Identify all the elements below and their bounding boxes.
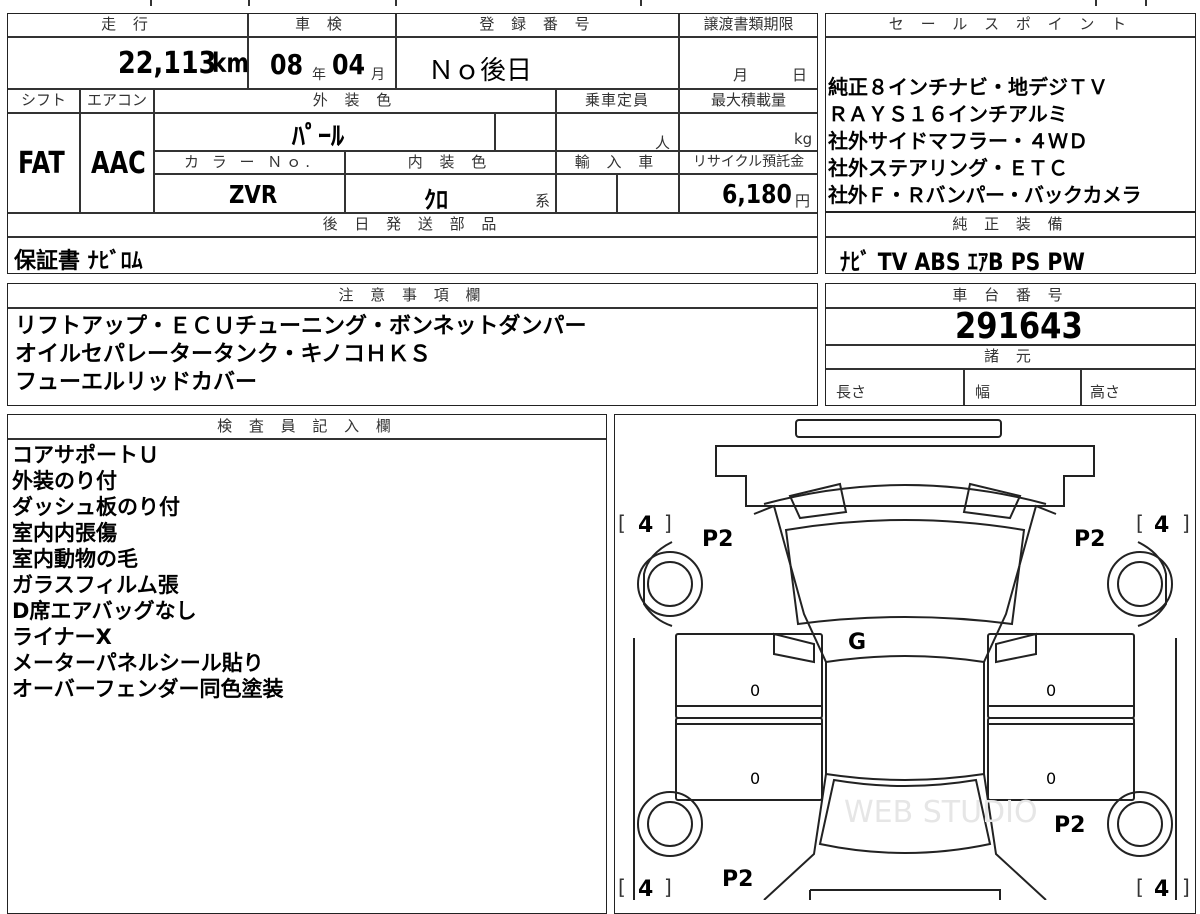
import-label: 輸 入 車 xyxy=(557,152,677,172)
inspector-label: 検 査 員 記 入 欄 xyxy=(8,416,606,436)
inspector-line: D席エアバッグなし xyxy=(12,599,197,623)
interior-color-value: ｸﾛ xyxy=(424,186,448,214)
color-no-label: カ ラ ー Ｎｏ. xyxy=(155,152,343,172)
sales-points-label: セ ー ル ス ポ イ ン ト xyxy=(826,14,1195,34)
transfer-day-unit: 日 xyxy=(792,66,808,84)
inspector-line: ライナーX xyxy=(12,625,112,649)
inspection-month: 04 xyxy=(332,48,366,81)
svg-text:]: ] xyxy=(664,511,672,535)
mileage-value: 22,113 xyxy=(118,46,217,81)
diagram-watermark: WEB STUDIO xyxy=(844,795,1038,830)
interior-suffix: 系 xyxy=(535,192,551,210)
inspector-list: コアサポートＵ 外装のり付 ダッシュ板のり付 室内内張傷 室内動物の毛 ガラスフ… xyxy=(12,442,284,702)
chassis-label: 車 台 番 号 xyxy=(826,285,1195,305)
later-parts-label: 後 日 発 送 部 品 xyxy=(8,214,817,234)
dimensions-label: 諸 元 xyxy=(826,346,1195,366)
tire-front-right: 4 xyxy=(1154,513,1169,538)
mark-windshield: G xyxy=(848,630,866,655)
note-line: オイルセパレータータンク・キノコＨＫＳ xyxy=(15,342,432,367)
registration-label: 登 録 番 号 xyxy=(397,14,678,34)
tire-rear-right: 4 xyxy=(1154,877,1169,900)
top-strip xyxy=(0,0,1200,6)
inspection-label: 車 検 xyxy=(249,14,394,34)
inspector-line: メーターパネルシール貼り xyxy=(12,651,264,675)
later-parts-value: 保証書 ﾅﾋﾞﾛﾑ xyxy=(14,249,143,274)
recycle-fee-value: 6,180 xyxy=(722,180,792,210)
recycle-unit: 円 xyxy=(795,192,811,210)
inspector-line: ガラスフィルム張 xyxy=(12,573,179,597)
shift-value: FAT xyxy=(18,146,65,181)
mileage-unit: km xyxy=(212,48,249,79)
inspector-line: オーバーフェンダー同色塗装 xyxy=(12,677,284,701)
inspector-line: 室内内張傷 xyxy=(12,521,117,545)
car-diagram: WEB STUDIO 4 4 4 4 [] [] [] [] P2 P2 P2 … xyxy=(618,419,1190,900)
door-front-right: 0 xyxy=(1046,681,1056,700)
exterior-color-label: 外 装 色 xyxy=(155,90,555,110)
mark-front-left: P2 xyxy=(702,527,733,552)
door-rear-right: 0 xyxy=(1046,769,1056,788)
svg-text:[: [ xyxy=(1136,511,1144,535)
note-line: リフトアップ・ＥＣＵチューニング・ボンネットダンパー xyxy=(15,314,587,339)
tire-front-left: 4 xyxy=(638,513,653,538)
max-load-unit: kg xyxy=(794,130,813,148)
sales-point: ＲＡＹＳ１６インチアルミ xyxy=(828,102,1068,126)
transfer-deadline-label: 譲渡書類期限 xyxy=(680,14,817,34)
shift-label: シフト xyxy=(8,90,79,110)
max-load-label: 最大積載量 xyxy=(680,90,817,110)
inspection-year: 08 xyxy=(270,48,304,81)
aircon-label: エアコン xyxy=(81,90,153,110)
sales-points-list: 純正８インチナビ・地デジＴＶ ＲＡＹＳ１６インチアルミ 社外サイドマフラー・４Ｗ… xyxy=(828,74,1194,209)
factory-equipment-value: ﾅﾋﾞ TV ABS ｴｱB PS PW xyxy=(840,248,1085,276)
sales-point: 社外ステアリング・ＥＴＣ xyxy=(828,156,1068,180)
svg-text:]: ] xyxy=(1182,511,1190,535)
transfer-month-unit: 月 xyxy=(733,66,749,84)
door-front-left: 0 xyxy=(750,681,760,700)
svg-text:[: [ xyxy=(618,875,626,899)
note-line: フューエルリッドカバー xyxy=(15,370,258,395)
mark-rear-left: P2 xyxy=(722,867,753,892)
inspection-year-unit: 年 xyxy=(312,67,326,83)
aircon-value: AAC xyxy=(91,146,146,181)
notes-label: 注 意 事 項 欄 xyxy=(8,285,817,305)
mark-rear-right: P2 xyxy=(1054,813,1085,838)
interior-color-label: 内 装 色 xyxy=(346,152,554,172)
chassis-number: 291643 xyxy=(955,306,1083,347)
registration-value: Ｎｏ後日 xyxy=(428,56,533,86)
sales-point: 純正８インチナビ・地デジＴＶ xyxy=(828,75,1108,99)
tire-rear-left: 4 xyxy=(638,877,653,900)
inspector-line: コアサポートＵ xyxy=(12,443,159,467)
inspector-line: 外装のり付 xyxy=(12,469,117,493)
svg-text:[: [ xyxy=(1136,875,1144,899)
mark-front-right: P2 xyxy=(1074,527,1105,552)
sales-point: 社外Ｆ・Ｒバンパー・バックカメラ xyxy=(828,183,1142,207)
svg-text:[: [ xyxy=(618,511,626,535)
length-label: 長さ xyxy=(836,383,867,401)
inspector-line: 室内動物の毛 xyxy=(12,547,138,571)
capacity-label: 乗車定員 xyxy=(557,90,677,110)
mileage-label: 走 行 xyxy=(8,14,247,34)
width-label: 幅 xyxy=(975,383,991,401)
recycle-label: リサイクル預託金 xyxy=(680,152,817,172)
svg-text:]: ] xyxy=(1182,875,1190,899)
color-no-value: ZVR xyxy=(229,180,278,209)
sales-point: 社外サイドマフラー・４ＷＤ xyxy=(828,129,1088,153)
exterior-color-value: ﾊﾟｰﾙ xyxy=(292,122,345,152)
factory-equipment-label: 純 正 装 備 xyxy=(826,214,1195,234)
height-label: 高さ xyxy=(1090,383,1121,401)
inspection-month-unit: 月 xyxy=(371,67,385,83)
inspector-line: ダッシュ板のり付 xyxy=(12,495,180,519)
svg-text:]: ] xyxy=(664,875,672,899)
door-rear-left: 0 xyxy=(750,769,760,788)
